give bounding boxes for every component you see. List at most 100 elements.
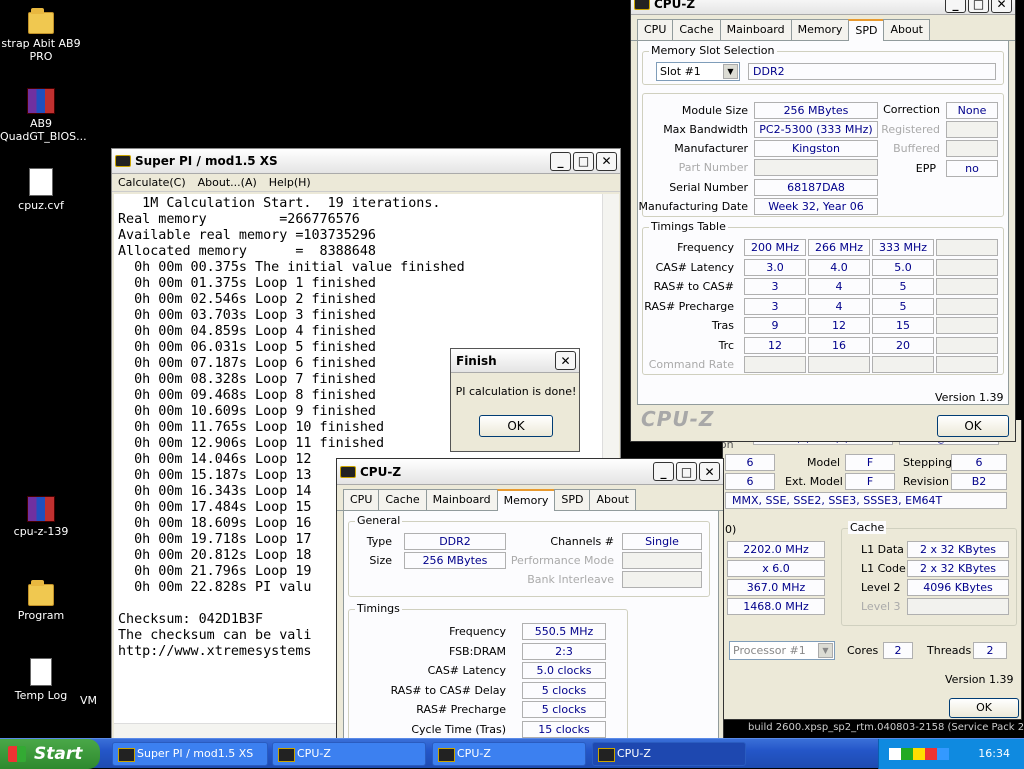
folder-icon [28, 580, 54, 606]
desktop-icon-vm[interactable]: VM [80, 694, 110, 707]
superpi-titlebar[interactable]: Super PI / mod1.5 XS _ □ ✕ [112, 149, 620, 174]
manufacturing-date-label: Manufacturing Date [638, 200, 748, 213]
minimize-icon[interactable]: _ [945, 0, 966, 13]
menu-about[interactable]: About...(A) [192, 176, 263, 189]
maximize-icon[interactable]: □ [573, 151, 594, 171]
tab-cache[interactable]: Cache [378, 489, 427, 510]
ext-model-label: Ext. Model [785, 475, 843, 488]
multiplier-value: x 6.0 [727, 560, 825, 577]
dialog-title: Finish [456, 353, 497, 368]
cores-value: 2 [883, 642, 913, 659]
tab-memory[interactable]: Memory [496, 489, 556, 511]
window-title: Super PI / mod1.5 XS [135, 154, 278, 168]
l2-label: Level 2 [861, 581, 901, 594]
tab-cpu[interactable]: CPU [343, 489, 380, 510]
slot-select[interactable]: Slot #1 ▼ [656, 62, 740, 81]
processor-select[interactable]: Processor #1 ▼ [729, 641, 835, 660]
close-icon[interactable]: ✕ [991, 0, 1012, 13]
module-size-label: Module Size [681, 104, 748, 117]
close-icon[interactable]: ✕ [555, 351, 576, 370]
serial-number-value: 68187DA8 [754, 179, 878, 196]
timing-cell: 15 [872, 317, 934, 334]
maximize-icon[interactable]: □ [968, 0, 989, 13]
clocks-fragment: 0) [725, 523, 737, 536]
desktop-icon-temp-log[interactable]: Temp Log [0, 658, 82, 702]
memory-timing-value: 550.5 MHz [522, 623, 606, 640]
registered-value [946, 121, 998, 138]
memory-timing-value: 5.0 clocks [522, 662, 606, 679]
taskbar-cpuz-2[interactable]: CPU-Z [432, 742, 586, 766]
minimize-icon[interactable]: _ [550, 151, 571, 171]
finish-titlebar[interactable]: Finish ✕ [451, 349, 579, 373]
superpi-app-icon [115, 155, 131, 167]
timing-cell: 9 [744, 317, 806, 334]
timing-cell [808, 356, 870, 373]
desktop-icon-cpu-z-139[interactable]: cpu-z-139 [0, 496, 82, 538]
folder-icon [28, 8, 54, 34]
cpuz-spd-tabs: CPU Cache Mainboard Memory SPD About [631, 15, 1015, 41]
model-value: F [845, 454, 895, 471]
taskbar-superpi[interactable]: Super PI / mod1.5 XS [112, 742, 268, 766]
cpuz-memory-tabs: CPU Cache Mainboard Memory SPD About [337, 485, 723, 511]
desktop-icon-cpuz-cvf[interactable]: cpuz.cvf [0, 168, 82, 212]
tab-about[interactable]: About [589, 489, 636, 510]
manufacturing-date-value: Week 32, Year 06 [754, 198, 878, 215]
desktop-icon-bios[interactable]: AB9 QuadGT_BIOS... [0, 88, 87, 143]
part-number-value [754, 159, 878, 176]
tab-cache[interactable]: Cache [672, 19, 721, 40]
document-icon [29, 168, 53, 196]
tab-memory[interactable]: Memory [790, 19, 850, 40]
cpuz-memory-titlebar[interactable]: CPU-Z _ □ ✕ [337, 459, 723, 485]
tab-spd[interactable]: SPD [554, 489, 591, 510]
max-bandwidth-label: Max Bandwidth [663, 123, 748, 136]
timing-row-label: Frequency [677, 241, 734, 254]
timing-cell: 12 [744, 336, 806, 354]
ok-button[interactable]: OK [479, 415, 553, 437]
start-button[interactable]: Start [0, 739, 100, 769]
console-line: 0h 00m 01.375s Loop 1 finished [118, 276, 376, 291]
console-line: 0h 00m 03.703s Loop 3 finished [118, 308, 376, 323]
ext-model-value: F [845, 473, 895, 490]
desktop-icon-label: cpuz.cvf [18, 199, 64, 212]
version-label: Version 1.39 [935, 391, 1004, 404]
clock: 16:34 [978, 747, 1010, 760]
timing-cell [936, 278, 998, 295]
cpuz-spd-titlebar[interactable]: CPU-Z _ □ ✕ [631, 0, 1015, 15]
menu-help[interactable]: Help(H) [263, 176, 317, 189]
menu-calculate[interactable]: Calculate(C) [112, 176, 192, 189]
desktop-icon-label: cpu-z-139 [13, 525, 69, 538]
memory-timing-label: Cycle Time (Tras) [411, 722, 506, 736]
desktop-icon-program[interactable]: Program [0, 578, 82, 622]
minimize-icon[interactable]: _ [653, 462, 674, 481]
close-icon[interactable]: ✕ [596, 151, 617, 171]
taskbar-cpuz-1[interactable]: CPU-Z [272, 742, 426, 766]
l2-value: 4096 KBytes [907, 579, 1009, 596]
rated-fsb-value: 1468.0 MHz [727, 598, 825, 615]
tab-spd[interactable]: SPD [848, 19, 885, 41]
ok-button[interactable]: OK [949, 698, 1019, 718]
timing-cell: 333 MHz [872, 239, 934, 256]
desktop-icon-label: VM [80, 694, 98, 707]
taskbar-cpuz-3[interactable]: CPU-Z [592, 742, 746, 766]
console-line: 0h 00m 02.546s Loop 2 finished [118, 292, 376, 307]
size-label: Size [369, 554, 392, 567]
desktop-icon-label: Program [17, 609, 65, 622]
timing-cell: 5 [872, 297, 934, 315]
ok-button[interactable]: OK [937, 415, 1009, 437]
tab-cpu[interactable]: CPU [637, 19, 674, 40]
tab-mainboard[interactable]: Mainboard [425, 489, 498, 510]
timing-cell: 16 [808, 336, 870, 354]
buffered-value [946, 140, 998, 157]
tab-mainboard[interactable]: Mainboard [719, 19, 792, 40]
revision-value: B2 [951, 473, 1007, 490]
slot-type-value: DDR2 [748, 63, 996, 80]
tab-about[interactable]: About [883, 19, 930, 40]
core-speed-value: 2202.0 MHz [727, 541, 825, 558]
maximize-icon[interactable]: □ [676, 462, 697, 481]
close-icon[interactable]: ✕ [699, 462, 720, 481]
desktop-icon-strap[interactable]: strap Abit AB9 PRO [0, 6, 82, 63]
memory-timing-label: Frequency [449, 625, 506, 638]
l1c-label: L1 Code [861, 562, 906, 575]
tray-icons[interactable] [889, 748, 949, 760]
revision-label: Revision [903, 475, 949, 488]
